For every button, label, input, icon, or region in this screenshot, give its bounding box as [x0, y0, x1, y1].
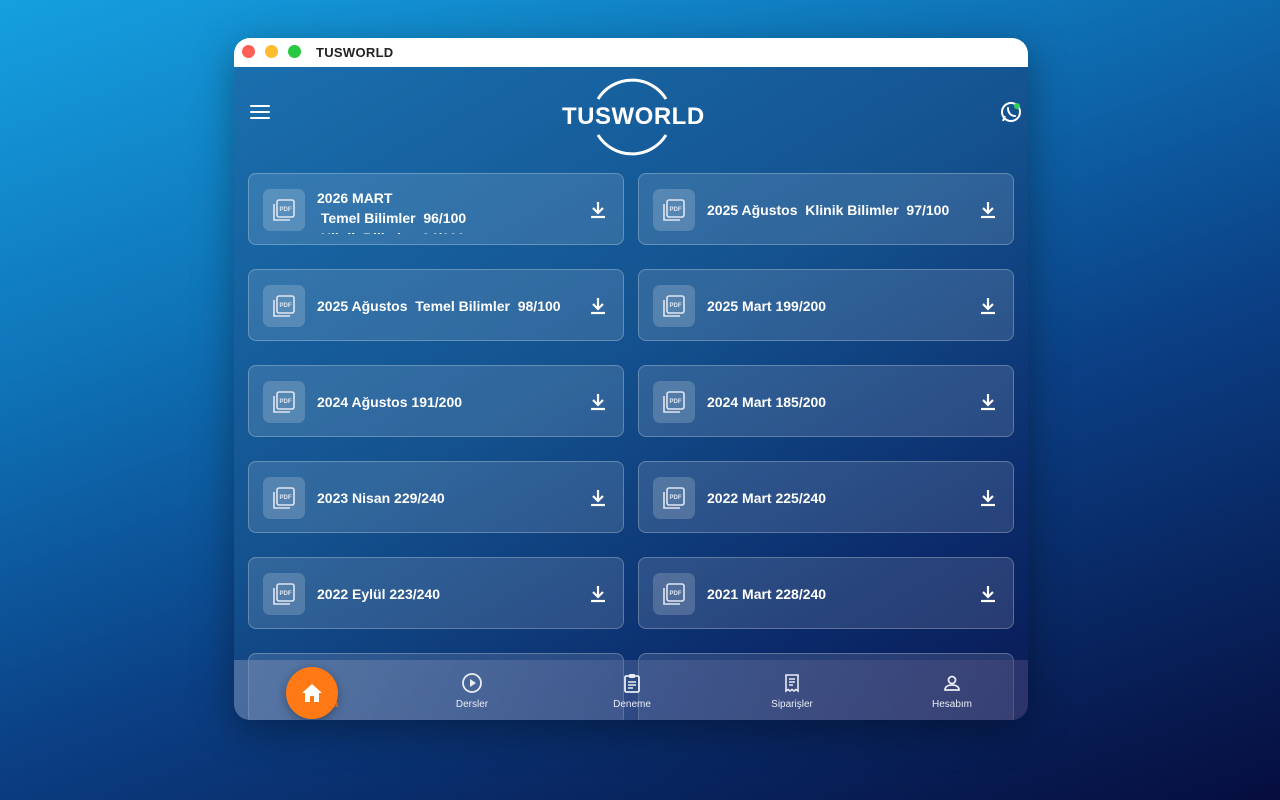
nav-item-siparisler[interactable]: Siparişler — [712, 660, 872, 720]
svg-text:PDF: PDF — [670, 495, 682, 501]
nav-item-hesabim[interactable]: Hesabım — [872, 660, 1028, 720]
exam-card-label: 2022 Eylül 223/240 — [317, 586, 440, 602]
download-icon[interactable] — [979, 488, 997, 508]
exam-card[interactable]: PDF 2022 Eylül 223/240 — [248, 557, 624, 629]
download-icon[interactable] — [979, 296, 997, 316]
svg-text:PDF: PDF — [280, 399, 292, 405]
exam-card[interactable]: PDF 2024 Ağustos 191/200 — [248, 365, 624, 437]
exam-card[interactable]: PDF 2026 MART Temel Bilimler 96/100 Klini… — [248, 173, 624, 245]
pdf-icon: PDF — [653, 477, 695, 519]
nav-label-siparisler: Siparişler — [771, 699, 813, 710]
exam-card-label: 2025 Ağustos Klinik Bilimler 97/100 — [707, 202, 950, 218]
pdf-icon: PDF — [263, 477, 305, 519]
window-title: TUSWORLD — [316, 45, 394, 60]
exam-card[interactable]: PDF 2025 Ağustos Klinik Bilimler 97/100 — [638, 173, 1014, 245]
svg-text:PDF: PDF — [280, 303, 292, 309]
exam-card-label: 2026 MART Temel Bilimler 96/100 Klinik B… — [317, 190, 467, 234]
svg-text:PDF: PDF — [280, 591, 292, 597]
pdf-icon: PDF — [263, 285, 305, 327]
hamburger-menu-icon[interactable] — [250, 105, 270, 121]
exam-card-label: 2021 Mart 228/240 — [707, 586, 827, 602]
minimize-window-button[interactable] — [265, 45, 278, 58]
nav-item-deneme[interactable]: Deneme — [552, 660, 712, 720]
exam-card-label: 2024 Ağustos 191/200 — [317, 394, 463, 410]
svg-text:PDF: PDF — [670, 591, 682, 597]
exam-card[interactable]: PDF 2023 Nisan 229/240 — [248, 461, 624, 533]
pdf-icon: PDF — [263, 381, 305, 423]
home-button[interactable] — [286, 667, 338, 719]
clipboard-icon — [624, 674, 640, 693]
exam-card[interactable]: PDF 2025 Ağustos Temel Bilimler 98/100 — [248, 269, 624, 341]
download-icon[interactable] — [589, 392, 607, 412]
person-icon — [944, 675, 960, 691]
nav-item-dersler[interactable]: Dersler — [392, 660, 552, 720]
pdf-icon: PDF — [653, 189, 695, 231]
logo-text: TUSWORLD — [562, 103, 705, 130]
nav-label-deneme: Deneme — [613, 699, 651, 710]
exam-card-label: 2023 Nisan 229/240 — [317, 490, 445, 506]
svg-text:PDF: PDF — [280, 495, 292, 501]
svg-text:PDF: PDF — [670, 207, 682, 213]
close-window-button[interactable] — [242, 45, 255, 58]
exam-card[interactable]: PDF 2024 Mart 185/200 — [638, 365, 1014, 437]
pdf-icon: PDF — [653, 381, 695, 423]
exam-card-label: 2024 Mart 185/200 — [707, 394, 827, 410]
svg-text:PDF: PDF — [670, 399, 682, 405]
home-icon — [302, 684, 322, 702]
tusworld-logo: TUSWORLD — [562, 77, 705, 157]
svg-text:PDF: PDF — [670, 303, 682, 309]
download-icon[interactable] — [589, 296, 607, 316]
pdf-icon: PDF — [263, 573, 305, 615]
whatsapp-icon[interactable] — [1000, 101, 1022, 123]
nav-label-hesabim: Hesabım — [931, 699, 972, 710]
download-icon[interactable] — [589, 584, 607, 604]
download-icon[interactable] — [979, 200, 997, 220]
download-icon[interactable] — [589, 488, 607, 508]
exam-card[interactable]: PDF 2025 Mart 199/200 — [638, 269, 1014, 341]
pdf-icon: PDF — [653, 573, 695, 615]
play-circle-icon — [462, 673, 482, 693]
exam-card-label: 2025 Ağustos Temel Bilimler 98/100 — [317, 298, 561, 314]
exam-card-label: 2022 Mart 225/240 — [707, 490, 827, 506]
nav-label-dersler: Dersler — [455, 699, 489, 710]
download-icon[interactable] — [589, 200, 607, 220]
pdf-icon: PDF — [653, 285, 695, 327]
exam-card[interactable]: PDF 2022 Mart 225/240 — [638, 461, 1014, 533]
app-content: TUSWORLD PDF 2026 MART Temel Bilimler 96/… — [234, 67, 1028, 720]
download-icon[interactable] — [979, 392, 997, 412]
svg-text:PDF: PDF — [280, 207, 292, 213]
bottom-navigation: Ana Sayfa Dersler Deneme — [234, 660, 1028, 720]
maximize-window-button[interactable] — [288, 45, 301, 58]
pdf-icon: PDF — [263, 189, 305, 231]
exam-card[interactable]: PDF 2021 Mart 228/240 — [638, 557, 1014, 629]
exam-card-label: 2025 Mart 199/200 — [707, 298, 827, 314]
title-bar: TUSWORLD — [234, 38, 1028, 67]
app-window: TUSWORLD TUSWORLD PDF 2026 MART Temel Bil… — [234, 38, 1028, 720]
download-icon[interactable] — [979, 584, 997, 604]
receipt-icon — [785, 674, 799, 693]
